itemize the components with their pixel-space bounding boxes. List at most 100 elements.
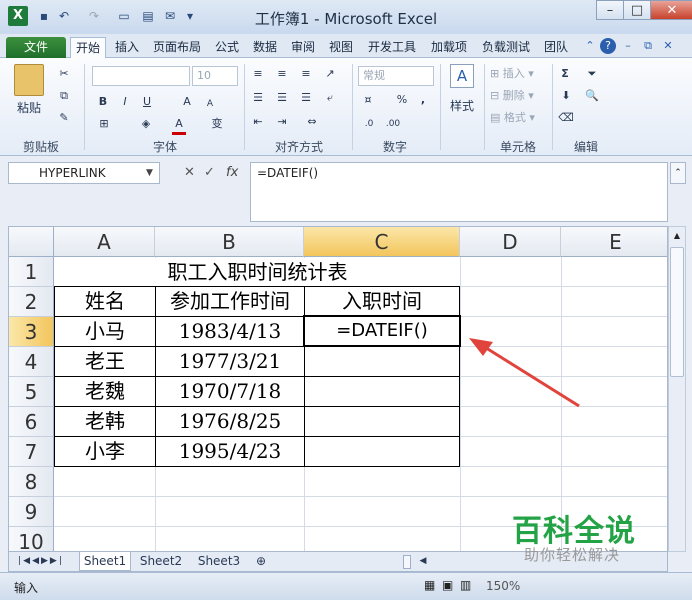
tab-addins[interactable]: 加载项 xyxy=(426,37,472,58)
sheet-tab-1[interactable]: Sheet1 xyxy=(79,552,131,571)
header-entry-time[interactable]: 入职时间 xyxy=(305,286,459,316)
clear-icon[interactable]: ⌫ xyxy=(558,110,574,126)
row-header-3[interactable]: 3 xyxy=(9,317,54,347)
tab-view[interactable]: 视图 xyxy=(324,37,358,58)
tab-file[interactable]: 文件 xyxy=(6,37,66,58)
grow-font-button[interactable]: A xyxy=(180,94,194,110)
cancel-icon[interactable]: ✕ xyxy=(184,165,195,180)
find-select-icon[interactable]: 🔍 xyxy=(584,88,600,104)
tab-data[interactable]: 数据 xyxy=(248,37,282,58)
cell-name[interactable]: 老韩 xyxy=(55,406,155,436)
tab-team[interactable]: 团队 xyxy=(540,37,572,58)
increase-decimal-icon[interactable]: .0 xyxy=(360,116,378,132)
cell-date[interactable]: 1976/8/25 xyxy=(156,406,304,436)
tab-page-layout[interactable]: 页面布局 xyxy=(148,37,206,58)
header-work-start[interactable]: 参加工作时间 xyxy=(156,286,304,316)
sheet-tab-2[interactable]: Sheet2 xyxy=(135,552,187,571)
cell-date[interactable]: 1983/4/13 xyxy=(156,316,304,346)
insert-sheet-icon[interactable]: ⊕ xyxy=(251,552,271,571)
increase-indent-icon[interactable]: ⇥ xyxy=(274,114,290,130)
percent-button[interactable]: % xyxy=(396,92,408,108)
currency-icon[interactable]: ¤ xyxy=(360,92,376,108)
scroll-up-icon[interactable]: ▲ xyxy=(670,229,684,243)
row-header-4[interactable]: 4 xyxy=(9,347,54,377)
align-left-icon[interactable]: ☰ xyxy=(250,90,266,106)
sort-filter-icon[interactable]: ⏷ xyxy=(584,66,600,82)
zoom-level[interactable]: 150% xyxy=(486,579,520,593)
restore-workbook-icon[interactable]: ⧉ xyxy=(640,38,656,54)
help-icon[interactable]: ? xyxy=(600,38,616,54)
styles-button[interactable]: 样式 xyxy=(444,98,480,114)
copy-icon[interactable]: ⧉ xyxy=(56,88,72,104)
shrink-font-button[interactable]: A xyxy=(204,96,216,112)
font-color-button[interactable]: A xyxy=(172,116,186,135)
comma-button[interactable]: , xyxy=(418,92,428,108)
column-header-a[interactable]: A xyxy=(54,227,155,257)
number-format-combo[interactable]: 常规 xyxy=(358,66,434,86)
active-cell-formula[interactable]: =DATEIF() xyxy=(305,316,459,346)
tab-insert[interactable]: 插入 xyxy=(110,37,144,58)
cell-name[interactable]: 老魏 xyxy=(55,376,155,406)
name-box-dropdown-icon[interactable]: ▼ xyxy=(146,168,153,178)
confirm-icon[interactable]: ✓ xyxy=(204,165,215,180)
cut-icon[interactable]: ✂ xyxy=(56,66,72,82)
orientation-icon[interactable]: ↗ xyxy=(322,66,338,82)
align-bottom-icon[interactable]: ≡ xyxy=(298,66,314,82)
phonetic-button[interactable]: 变 xyxy=(208,116,226,132)
column-header-e[interactable]: E xyxy=(561,227,667,257)
insert-cells-button[interactable]: ⊞ 插入 ▾ xyxy=(490,66,544,82)
row-header-10[interactable]: 10 xyxy=(9,527,54,551)
row-header-5[interactable]: 5 xyxy=(9,377,54,407)
cell-name[interactable]: 老王 xyxy=(55,346,155,376)
fill-icon[interactable]: ⬇ xyxy=(558,88,574,104)
minimize-workbook-icon[interactable]: – xyxy=(620,38,636,54)
column-header-b[interactable]: B xyxy=(155,227,304,257)
delete-cells-button[interactable]: ⊟ 删除 ▾ xyxy=(490,88,544,104)
tab-load-test[interactable]: 负载测试 xyxy=(476,37,536,58)
formula-input[interactable]: =DATEIF() xyxy=(250,162,668,222)
row-header-9[interactable]: 9 xyxy=(9,497,54,527)
column-header-d[interactable]: D xyxy=(460,227,561,257)
fill-color-icon[interactable]: ◈ xyxy=(138,116,154,132)
page-layout-view-icon[interactable]: ▣ xyxy=(442,578,453,592)
styles-icon[interactable]: A xyxy=(450,64,474,88)
sheet-tab-3[interactable]: Sheet3 xyxy=(193,552,245,571)
close-workbook-icon[interactable]: ✕ xyxy=(660,38,676,54)
merge-center-icon[interactable]: ⇔ xyxy=(304,114,320,130)
cell-date[interactable]: 1995/4/23 xyxy=(156,436,304,466)
select-all-corner[interactable] xyxy=(9,227,54,257)
insert-function-icon[interactable]: fx xyxy=(226,165,238,180)
vertical-scrollbar[interactable]: ▲ xyxy=(668,226,686,552)
row-header-1[interactable]: 1 xyxy=(9,257,54,287)
borders-icon[interactable]: ⊞ xyxy=(96,116,112,132)
restore-icon[interactable]: □ xyxy=(623,0,651,20)
cell-name[interactable]: 小马 xyxy=(55,316,155,346)
decrease-decimal-icon[interactable]: .00 xyxy=(384,116,402,132)
tab-review[interactable]: 审阅 xyxy=(286,37,320,58)
sheet-nav-icon[interactable]: |◀◀▶▶| xyxy=(13,552,69,571)
close-icon[interactable]: ✕ xyxy=(650,0,692,20)
row-header-2[interactable]: 2 xyxy=(9,287,54,317)
font-size-combo[interactable]: 10 xyxy=(192,66,238,86)
tab-developer[interactable]: 开发工具 xyxy=(362,37,422,58)
expand-formula-icon[interactable]: ⌃ xyxy=(670,162,686,184)
collapse-ribbon-icon[interactable]: ⌃ xyxy=(582,38,598,54)
format-painter-icon[interactable]: ✎ xyxy=(56,110,72,126)
row-header-7[interactable]: 7 xyxy=(9,437,54,467)
align-middle-icon[interactable]: ≡ xyxy=(274,66,290,82)
align-center-icon[interactable]: ☰ xyxy=(274,90,290,106)
align-top-icon[interactable]: ≡ xyxy=(250,66,266,82)
tab-formulas[interactable]: 公式 xyxy=(210,37,244,58)
italic-button[interactable]: I xyxy=(118,94,132,110)
format-cells-button[interactable]: ▤ 格式 ▾ xyxy=(490,110,544,126)
decrease-indent-icon[interactable]: ⇤ xyxy=(250,114,266,130)
name-box[interactable]: HYPERLINK xyxy=(8,162,160,184)
scroll-thumb[interactable] xyxy=(670,247,684,377)
normal-view-icon[interactable]: ▦ xyxy=(424,578,435,592)
cell-date[interactable]: 1977/3/21 xyxy=(156,346,304,376)
underline-button[interactable]: U xyxy=(140,94,154,110)
minimize-icon[interactable]: – xyxy=(596,0,624,20)
bold-button[interactable]: B xyxy=(96,94,110,110)
header-name[interactable]: 姓名 xyxy=(55,286,155,316)
align-right-icon[interactable]: ☰ xyxy=(298,90,314,106)
